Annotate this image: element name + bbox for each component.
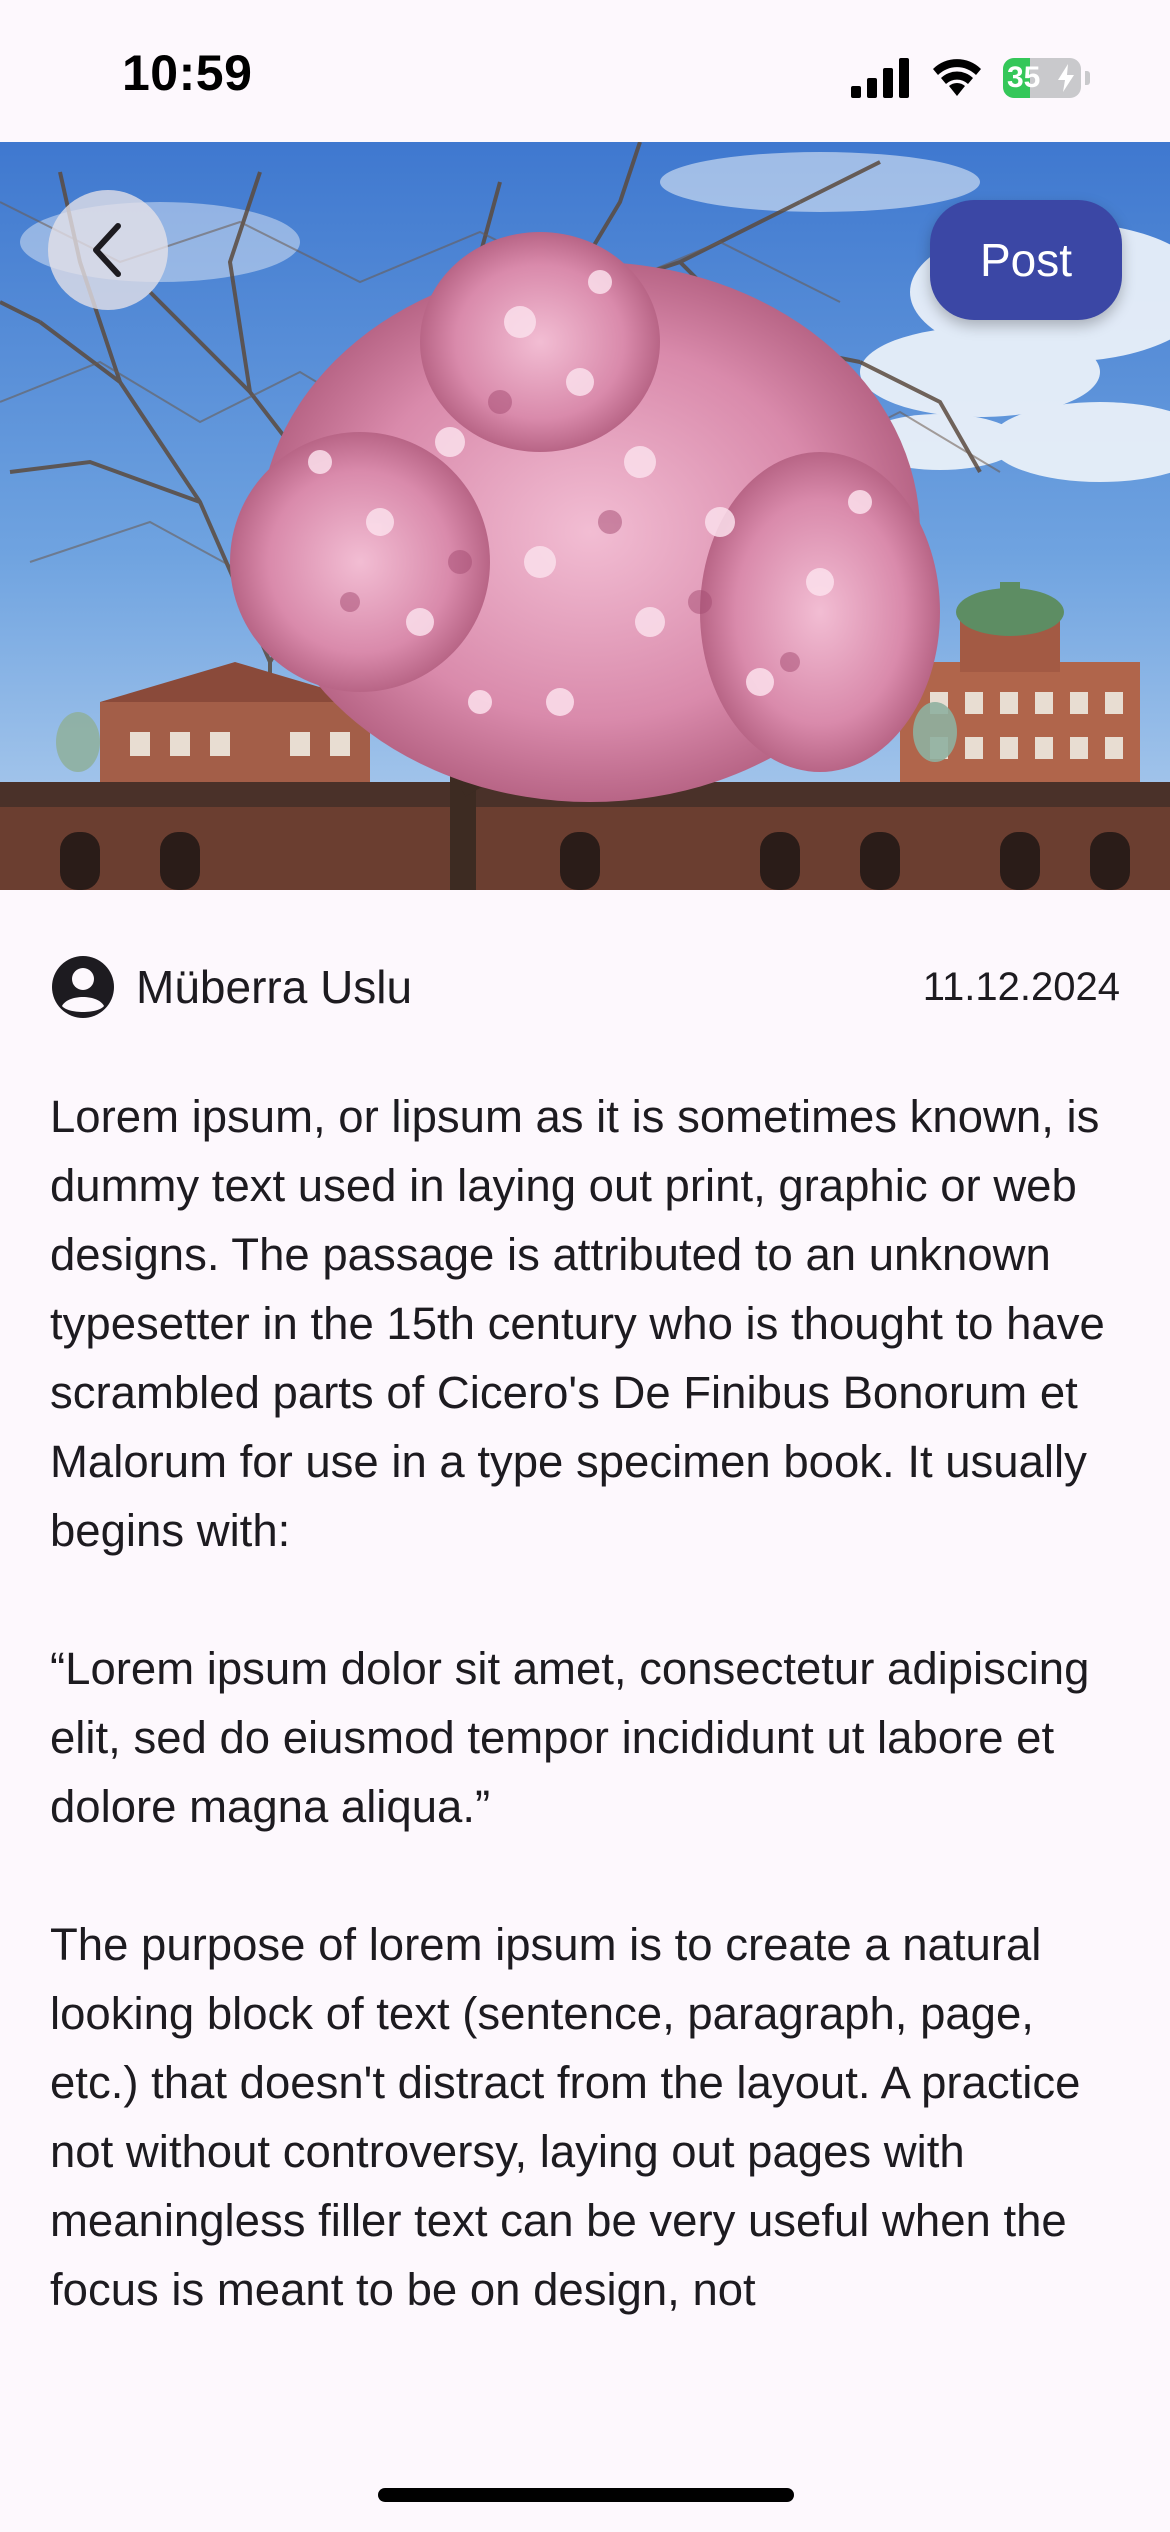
body-paragraph: Lorem ipsum, or lipsum as it is sometime… (50, 1091, 1105, 1556)
post-meta-row: Müberra Uslu 11.12.2024 (50, 950, 1120, 1024)
battery-cap (1085, 71, 1090, 85)
status-icons: 35 (851, 56, 1090, 100)
back-button[interactable] (48, 190, 168, 310)
author-name: Müberra Uslu (136, 961, 413, 1013)
charging-bolt-icon (1058, 64, 1074, 92)
post-detail-screen: 10:59 35 Post Müberra Uslu 11.12.2024 Lo… (0, 0, 1170, 2532)
home-indicator[interactable] (378, 2488, 794, 2502)
body-paragraph: The purpose of lorem ipsum is to create … (50, 1919, 1081, 2315)
status-time: 10:59 (122, 45, 253, 101)
status-bar: 10:59 35 (0, 0, 1170, 142)
post-date: 11.12.2024 (922, 964, 1120, 1009)
cellular-signal-icon (851, 58, 909, 98)
account-circle-icon (52, 956, 114, 1018)
post-button[interactable]: Post (930, 200, 1122, 320)
body-paragraph: “Lorem ipsum dolor sit amet, consectetur… (50, 1643, 1090, 1832)
battery-percent: 35 (1007, 61, 1041, 94)
battery-charging-icon: 35 (1003, 58, 1081, 98)
chevron-left-icon (93, 223, 121, 277)
wifi-icon (933, 59, 981, 96)
post-body: Lorem ipsum, or lipsum as it is sometime… (50, 1082, 1130, 2428)
